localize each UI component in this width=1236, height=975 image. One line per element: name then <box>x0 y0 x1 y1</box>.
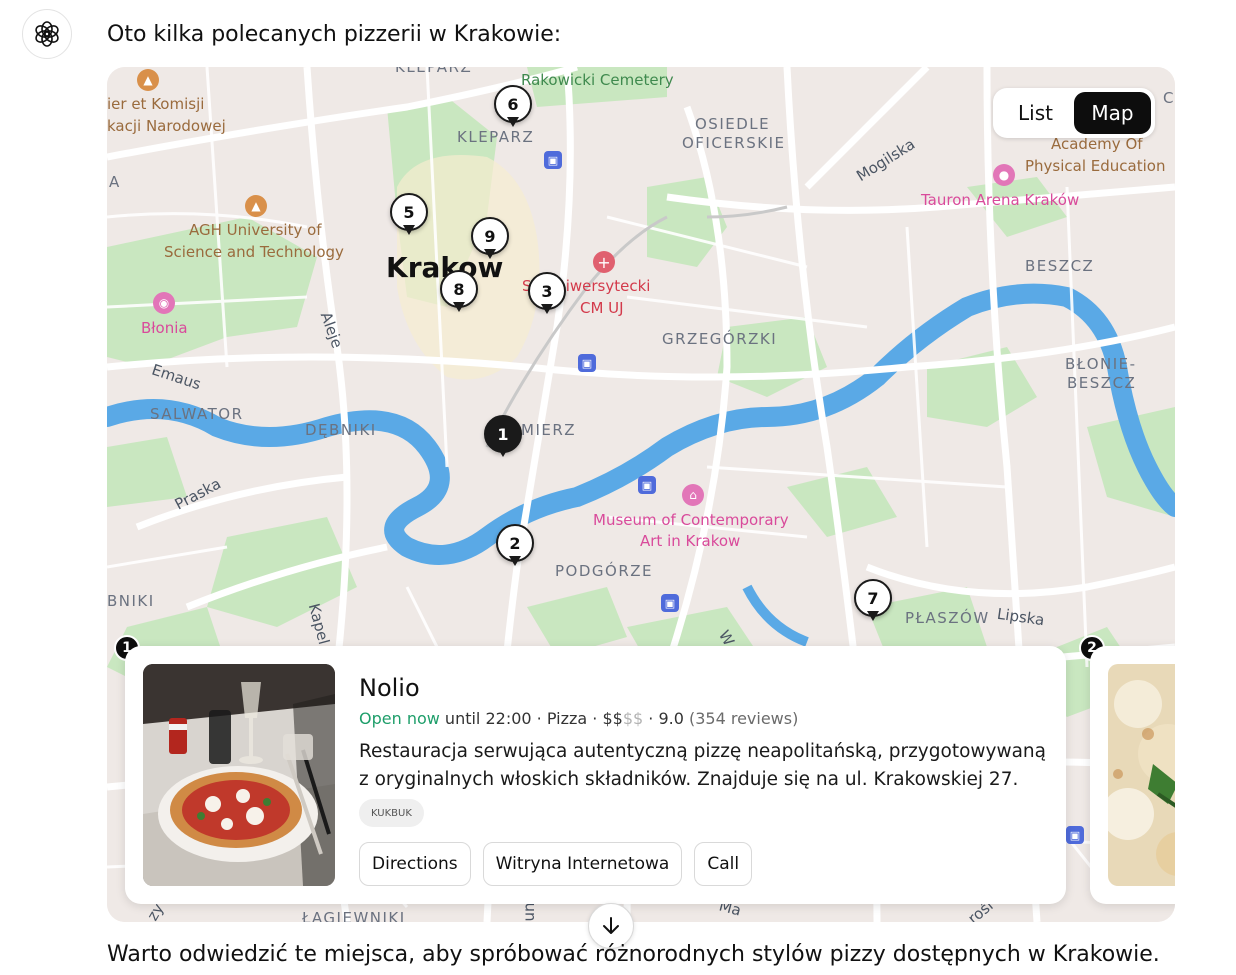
map-pin-3[interactable]: 3 <box>528 272 566 318</box>
tram-stop-icon[interactable]: ▣ <box>661 594 679 612</box>
view-toggle: List Map <box>993 88 1155 138</box>
stadium-icon[interactable]: ● <box>993 164 1015 186</box>
map-label-beszcz: BESZCZ <box>1025 257 1095 275</box>
place-meta: Open now until 22:00 · Pizza · $$$$ · 9.… <box>359 709 799 728</box>
map-label-komisji: ier et Komisji <box>107 95 205 113</box>
university-icon[interactable]: ▲ <box>137 69 159 91</box>
arrow-down-icon <box>603 917 619 934</box>
card-actions: Directions Witryna Internetowa Call <box>359 842 753 886</box>
map-label-podgorze: PODGÓRZE <box>555 562 654 580</box>
tram-stop-icon[interactable]: ▣ <box>544 151 562 169</box>
map-pin-1[interactable]: 1 <box>484 415 522 461</box>
map-label-museum-2: Art in Krakow <box>640 532 741 550</box>
map-label-blonie-2: BESZCZ <box>1067 374 1137 392</box>
museum-icon[interactable]: ⌂ <box>682 484 704 506</box>
hours: until 22:00 <box>439 709 532 728</box>
directions-button[interactable]: Directions <box>359 842 471 886</box>
university-icon[interactable]: ▲ <box>245 195 267 217</box>
map-label-blonia: Błonia <box>141 319 188 337</box>
map-label-cmuj: CM UJ <box>580 299 624 317</box>
map-label-kleparz-top: KLEPARZ <box>395 67 473 76</box>
source-chip[interactable]: KUKBUK <box>359 799 424 827</box>
map-label-osiedle: OSIEDLE <box>695 115 771 133</box>
map-label-lagiewniki: ŁAGIEWNIKI <box>302 909 406 922</box>
place-photo[interactable] <box>143 664 335 886</box>
map-label-c: C <box>1163 89 1175 107</box>
map-view-button[interactable]: Map <box>1074 92 1151 134</box>
assistant-avatar <box>22 9 72 59</box>
map-label-oficerskie: OFICERSKIE <box>682 134 786 152</box>
list-view-button[interactable]: List <box>997 92 1074 134</box>
tram-stop-icon[interactable]: ▣ <box>1066 826 1084 844</box>
place-card-peek[interactable] <box>1090 646 1175 904</box>
map-label-tauron: Tauron Arena Kraków <box>921 191 1080 209</box>
category: Pizza <box>546 709 588 728</box>
map-label-kazimierz: MIERZ <box>521 421 577 439</box>
tram-stop-icon[interactable]: ▣ <box>638 476 656 494</box>
map-label-grzegorzki: GRZEGÓRZKI <box>662 330 778 348</box>
map-label-bniki: BNIKI <box>107 592 155 610</box>
map-label-blonie-1: BŁONIE- <box>1065 355 1137 373</box>
hospital-icon[interactable]: + <box>593 251 615 273</box>
call-button[interactable]: Call <box>694 842 753 886</box>
map-pin-5[interactable]: 5 <box>390 193 428 239</box>
park-camera-icon[interactable]: ◉ <box>153 292 175 314</box>
map-label-plaszow: PŁASZÓW <box>905 609 990 627</box>
website-button[interactable]: Witryna Internetowa <box>482 842 683 886</box>
place-description: Restauracja serwująca autentyczną pizzę … <box>359 741 1046 790</box>
map-label-salwator: SALWATOR <box>150 405 244 423</box>
map-label-a: A <box>109 173 121 191</box>
tram-stop-icon[interactable]: ▣ <box>578 354 596 372</box>
price-level: $$ <box>602 709 623 728</box>
open-status: Open now <box>359 709 440 728</box>
map-label-narodowej: kacji Narodowej <box>107 117 226 135</box>
price-level-dim: $$ <box>622 709 644 728</box>
map-label-museum-1: Museum of Contemporary <box>593 511 789 529</box>
map-pin-2[interactable]: 2 <box>496 524 534 570</box>
map-pin-6[interactable]: 6 <box>494 85 532 131</box>
map-view[interactable]: KLEPARZ Rakowicki Cemetery ier et Komisj… <box>107 67 1175 922</box>
review-count: (354 reviews) <box>683 709 799 728</box>
map-label-debniki: DĘBNIKI <box>305 421 377 439</box>
map-label-agh-1: AGH University of <box>189 221 322 239</box>
map-pin-7[interactable]: 7 <box>854 579 892 625</box>
intro-text: Oto kilka polecanych pizzerii w Krakowie… <box>107 22 562 47</box>
map-label-academy-2: Physical Education <box>1025 157 1166 175</box>
map-pin-9[interactable]: 9 <box>471 217 509 263</box>
place-card[interactable]: Nolio Open now until 22:00 · Pizza · $$$… <box>125 646 1066 904</box>
openai-logo-icon <box>35 21 59 47</box>
place-photo[interactable] <box>1108 664 1175 886</box>
map-label-un: un <box>521 902 540 922</box>
map-label-rakowicki: Rakowicki Cemetery <box>521 71 674 89</box>
rating: 9.0 <box>658 709 684 728</box>
outro-text: Warto odwiedzić te miejsca, aby spróbowa… <box>107 942 1160 967</box>
place-name[interactable]: Nolio <box>359 674 420 702</box>
map-label-agh-2: Science and Technology <box>164 243 344 261</box>
map-pin-8[interactable]: 8 <box>440 270 478 316</box>
